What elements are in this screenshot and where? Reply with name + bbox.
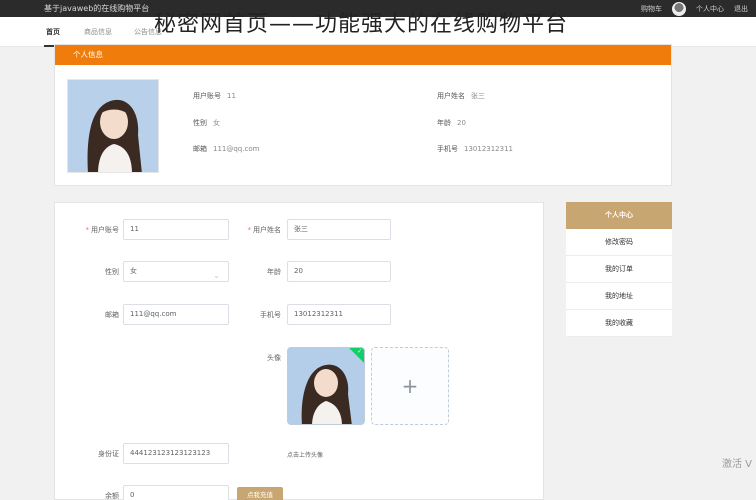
plus-icon: + [401, 374, 419, 398]
info-email-key: 邮箱 [193, 145, 207, 153]
nav-item-home[interactable]: 首页 [46, 27, 60, 37]
gender-label: 性别 [105, 268, 119, 276]
idcard-label: 身份证 [98, 450, 119, 458]
overlay-title: 秘密网首页——功能强大的在线购物平台 [154, 12, 569, 37]
info-gender-value: 女 [213, 119, 220, 127]
avatar-preview[interactable]: ✓ [287, 347, 365, 425]
upload-hint: 点击上传头像 [287, 452, 324, 459]
profile-edit-form: * 用户账号 11 * 用户姓名 张三 性别 女 ⌄ 年龄 20 邮箱 111@qq… [54, 202, 544, 500]
menu-item-my-orders[interactable]: 我的订单 [566, 256, 672, 283]
name-input[interactable]: 张三 [287, 219, 391, 240]
phone-label: 手机号 [260, 311, 281, 319]
menu-header[interactable]: 个人中心 [566, 202, 672, 229]
menu-item-my-address[interactable]: 我的地址 [566, 283, 672, 310]
gender-select-value: 女 [130, 267, 137, 275]
gender-select[interactable]: 女 ⌄ [123, 261, 229, 282]
personal-info-header: 个人信息 [55, 45, 671, 65]
age-input[interactable]: 20 [287, 261, 391, 282]
cart-link[interactable]: 购物车 [641, 4, 662, 14]
menu-item-my-favorites[interactable]: 我的收藏 [566, 310, 672, 337]
info-account-key: 用户账号 [193, 92, 221, 100]
site-name[interactable]: 基于javaweb的在线购物平台 [44, 3, 149, 14]
activate-watermark: 激活 V [722, 459, 753, 470]
info-age-value: 20 [457, 119, 466, 127]
info-email-value: 111@qq.com [213, 145, 260, 153]
profile-photo [67, 79, 159, 173]
info-account: 用户账号 11 [193, 91, 236, 101]
balance-input[interactable]: 0 [123, 485, 229, 500]
avatar-upload-trigger[interactable]: + [371, 347, 449, 425]
info-name-key: 用户姓名 [437, 92, 465, 100]
email-label: 邮箱 [105, 311, 119, 319]
user-center-menu: 个人中心 修改密码 我的订单 我的地址 我的收藏 [566, 202, 672, 337]
avatar-preview-image [288, 348, 364, 424]
info-age-key: 年龄 [437, 119, 451, 127]
user-avatar-icon[interactable] [672, 2, 686, 16]
info-gender-key: 性别 [193, 119, 207, 127]
phone-input[interactable]: 13012312311 [287, 304, 391, 325]
profile-photo-image [68, 80, 158, 172]
info-gender: 性别女 [193, 118, 220, 128]
info-email: 邮箱 111@qq.com [193, 144, 259, 154]
chevron-down-icon: ⌄ [213, 271, 220, 280]
email-input[interactable]: 111@qq.com [123, 304, 229, 325]
info-age: 年龄 20 [437, 118, 466, 128]
info-account-value: 11 [227, 92, 236, 100]
idcard-input[interactable]: 444123123123123123 [123, 443, 229, 464]
balance-label: 余额 [105, 492, 119, 500]
info-phone: 手机号 13012312311 [437, 144, 513, 154]
account-label: * 用户账号 [85, 226, 120, 234]
recharge-button[interactable]: 点我充值 [237, 487, 283, 500]
top-bar-actions: 购物车 个人中心 退出 [641, 2, 748, 16]
user-center-link[interactable]: 个人中心 [696, 4, 724, 14]
info-phone-key: 手机号 [437, 145, 458, 153]
age-label: 年龄 [267, 268, 281, 276]
logout-link[interactable]: 退出 [734, 4, 748, 14]
nav-item-products[interactable]: 商品信息 [84, 27, 112, 37]
menu-item-change-password[interactable]: 修改密码 [566, 229, 672, 256]
info-name-value: 张三 [471, 92, 485, 100]
account-input[interactable]: 11 [123, 219, 229, 240]
name-label: * 用户姓名 [247, 226, 282, 234]
personal-info-card: 个人信息 用户账号 11 用户姓名 张三 性别女 年龄 20 邮箱 111@qq.com… [54, 44, 672, 186]
info-name: 用户姓名 张三 [437, 91, 485, 101]
info-phone-value: 13012312311 [464, 145, 513, 153]
avatar-label: 头像 [267, 354, 281, 362]
check-icon: ✓ [356, 348, 362, 355]
